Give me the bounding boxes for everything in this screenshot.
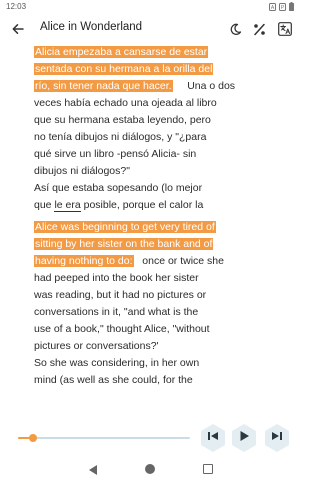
text-line: pictures or conversations?': [34, 340, 159, 352]
text-line: sitting by her sister on the bank and of: [34, 236, 274, 253]
text-line: having nothing to do: once or twice she: [34, 253, 274, 270]
text-fragment: Una o dos: [187, 80, 236, 92]
text-line: Así que estaba sopesando (lo mejor: [34, 182, 203, 194]
text-line: use of a book," thought Alice, "without: [34, 323, 210, 335]
highlighted-sentence-es[interactable]: río, sin tener nada que hacer.: [34, 80, 173, 92]
spanish-paragraph: Alicia empezaba a cansarse de estar sent…: [34, 44, 274, 214]
percent-icon[interactable]: [250, 20, 268, 38]
highlighted-sentence-en[interactable]: Alice was beginning to get very tired of: [34, 221, 216, 233]
back-arrow-icon[interactable]: [8, 20, 28, 38]
a-status-icon: A: [269, 2, 276, 11]
skip-previous-icon: [207, 429, 219, 447]
reading-content: Alicia empezaba a cansarse de estar sent…: [34, 44, 274, 425]
text-line: río, sin tener nada que hacer. Una o dos: [34, 78, 274, 95]
english-paragraph: Alice was beginning to get very tired of…: [34, 219, 274, 389]
page-title: Alice in Wonderland: [40, 21, 143, 33]
nav-recent-icon[interactable]: [203, 464, 213, 474]
nav-back-icon[interactable]: [88, 463, 98, 480]
text-line: qué sirve un libro -pensó Alicia- sin: [34, 148, 197, 160]
text-line: que le era posible, porque el calor la: [34, 197, 274, 214]
battery-icon: [289, 2, 294, 11]
text-fragment: posible, porque el calor la: [80, 199, 204, 211]
next-sentence-button[interactable]: [262, 423, 292, 453]
play-button[interactable]: [229, 423, 259, 453]
highlighted-sentence-en[interactable]: sitting by her sister on the bank and of: [34, 238, 214, 250]
text-line: conversations in it, "and what is the: [34, 306, 199, 318]
text-line: So she was considering, in her own: [34, 357, 200, 369]
status-time: 12:03: [6, 2, 27, 11]
audio-player: [0, 418, 300, 458]
progress-track[interactable]: [18, 437, 190, 439]
text-line: Alicia empezaba a cansarse de estar: [34, 44, 274, 61]
highlighted-sentence-en[interactable]: having nothing to do:: [34, 255, 134, 267]
p-status-icon: P: [279, 2, 286, 11]
text-line: had peeped into the book her sister: [34, 272, 199, 284]
text-line: veces había echado una ojeada al libro: [34, 97, 217, 109]
moon-icon[interactable]: [226, 20, 244, 38]
underlined-word[interactable]: le era: [54, 199, 81, 212]
progress-thumb[interactable]: [29, 434, 38, 442]
text-fragment: once or twice she: [142, 255, 224, 267]
text-line: no tenía dibujos ni diálogos, y "¿para: [34, 131, 207, 143]
skip-next-icon: [271, 429, 283, 447]
text-line: was reading, but it had no pictures or: [34, 289, 207, 301]
highlighted-sentence-es[interactable]: Alicia empezaba a cansarse de estar: [34, 46, 209, 58]
status-icons: A P: [269, 2, 294, 11]
translate-icon[interactable]: [276, 20, 294, 38]
text-line: mind (as well as she could, for the: [34, 374, 193, 386]
previous-sentence-button[interactable]: [198, 423, 228, 453]
app-bar: Alice in Wonderland: [0, 14, 300, 44]
nav-home-icon[interactable]: [145, 464, 155, 474]
text-line: que su hermana estaba leyendo, pero: [34, 114, 211, 126]
system-nav-bar: [0, 458, 300, 480]
highlighted-sentence-es[interactable]: sentada con su hermana a la orilla del: [34, 63, 214, 75]
status-bar: 12:03 A P: [0, 0, 300, 14]
play-icon: [238, 429, 250, 447]
text-line: dibujos ni diálogos?": [34, 165, 130, 177]
text-line: sentada con su hermana a la orilla del: [34, 61, 274, 78]
text-line: Alice was beginning to get very tired of: [34, 219, 274, 236]
text-fragment: que: [34, 199, 55, 211]
